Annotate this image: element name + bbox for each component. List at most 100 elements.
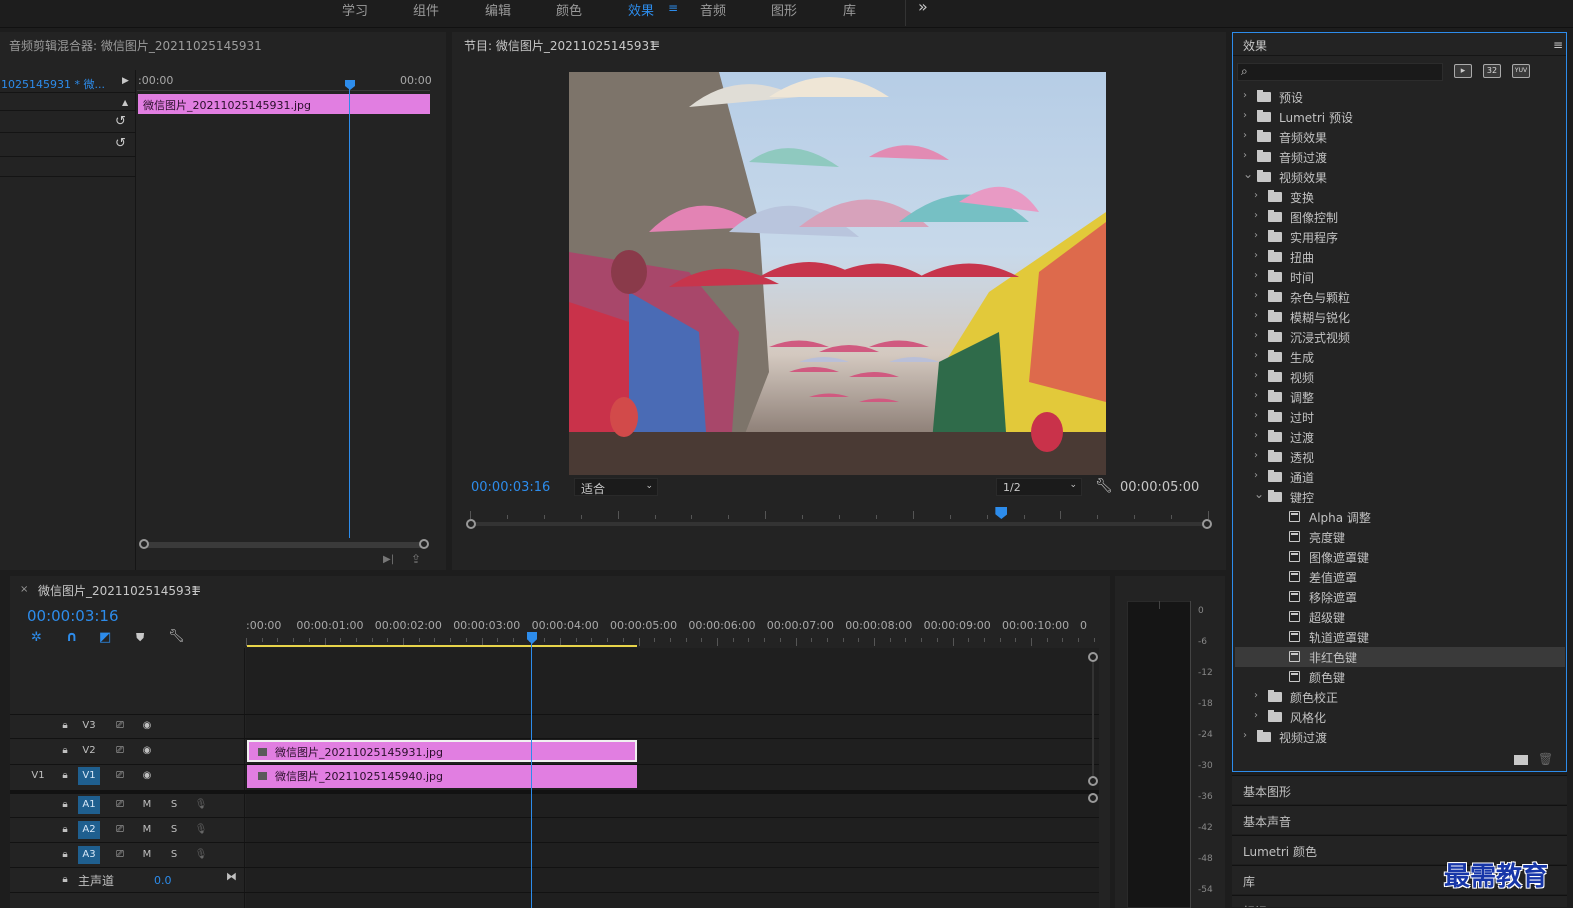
track-v2-toggle[interactable]: V2	[78, 742, 100, 760]
effects-tree-item[interactable]: › 过渡	[1235, 427, 1565, 447]
timeline-ruler[interactable]: :00:00 00:00:01:00 00:00:02:00 00:00:03:00 0…	[246, 616, 1110, 648]
vertical-scroll-handle[interactable]	[1088, 793, 1098, 803]
panel-menu-icon[interactable]: ≡	[191, 582, 201, 596]
timeline-timecode[interactable]: 00:00:03:16	[27, 607, 119, 625]
chevron-right-icon[interactable]: ›	[1254, 450, 1258, 461]
chevron-right-icon[interactable]: ›	[1243, 150, 1247, 161]
panel-menu-icon[interactable]: ≡	[1553, 38, 1563, 52]
chevron-right-icon[interactable]: ›	[1254, 310, 1258, 321]
vertical-scroll-handle[interactable]	[1088, 652, 1098, 662]
effects-tree-item[interactable]: 颜色键	[1235, 667, 1565, 687]
lock-icon[interactable]: 🔒︎	[54, 767, 76, 785]
32bit-effects-icon[interactable]: 32	[1483, 64, 1501, 78]
lock-icon[interactable]: 🔒︎	[54, 742, 76, 760]
workspace-active-menu-icon[interactable]: ≡	[668, 1, 678, 15]
microphone-icon[interactable]: 🎙︎	[190, 796, 212, 814]
timeline-clip-v1[interactable]: 微信图片_20211025145940.jpg	[247, 765, 637, 788]
effects-tree-item[interactable]: › 过时	[1235, 407, 1565, 427]
chevron-right-icon[interactable]: ›	[1254, 350, 1258, 361]
source-patch-v1[interactable]: V1	[27, 767, 49, 785]
mute-button[interactable]: M	[136, 796, 158, 814]
snap-magnet-icon[interactable]: ∩	[66, 629, 77, 645]
workspace-tab[interactable]: 音频	[700, 0, 726, 19]
effects-tree-item[interactable]: › 视频	[1235, 367, 1565, 387]
effects-tree[interactable]: › 预设 › Lumetri 预设 › 音频效果 › 音频过渡 ⌄ 视频效果 › 变换 › 图像控制 › 实用…	[1235, 87, 1566, 747]
chevron-right-icon[interactable]: ›	[1243, 730, 1247, 741]
chevron-right-icon[interactable]: ›	[1254, 230, 1258, 241]
track-v1-toggle[interactable]: V1	[78, 767, 100, 785]
step-forward-icon[interactable]: ▶|	[383, 554, 394, 565]
effects-tree-item[interactable]: 亮度键	[1235, 527, 1565, 547]
chevron-down-icon[interactable]: ⌄	[1243, 167, 1253, 181]
collapsed-panel-tab[interactable]: 基本声音	[1232, 805, 1567, 834]
chevron-right-icon[interactable]: ›	[1254, 390, 1258, 401]
go-to-end-icon[interactable]: ⧓	[226, 870, 237, 883]
chevron-right-icon[interactable]: ›	[1243, 130, 1247, 141]
workspace-tab[interactable]: 编辑	[485, 0, 511, 19]
effects-tree-item[interactable]: 非红色键	[1235, 647, 1565, 667]
track-a1-toggle[interactable]: A1	[78, 796, 100, 814]
sync-lock-icon[interactable]: ⎚	[109, 767, 131, 785]
effects-tree-item[interactable]: › 透视	[1235, 447, 1565, 467]
workspace-tab[interactable]: 颜色	[556, 0, 582, 19]
effects-tree-item[interactable]: › 变换	[1235, 187, 1565, 207]
effects-tree-item[interactable]: › 实用程序	[1235, 227, 1565, 247]
timeline-clip-v2[interactable]: 微信图片_20211025145931.jpg	[247, 740, 637, 762]
effects-tree-item[interactable]: 轨道遮罩键	[1235, 627, 1565, 647]
chevron-down-icon[interactable]: ⌄	[1254, 487, 1264, 501]
chevron-right-icon[interactable]: ›	[1254, 690, 1258, 701]
mixer-playhead[interactable]	[345, 80, 355, 90]
timeline-settings-wrench-icon[interactable]: 🔧︎	[168, 629, 185, 644]
eye-icon[interactable]: ◉	[136, 742, 158, 760]
close-icon[interactable]: ×	[20, 584, 28, 595]
effects-tree-item[interactable]: › 扭曲	[1235, 247, 1565, 267]
play-triangle-icon[interactable]: ▶	[122, 76, 129, 86]
chevron-right-icon[interactable]: ›	[1254, 470, 1258, 481]
effects-tree-item[interactable]: › 调整	[1235, 387, 1565, 407]
vertical-scroll-handle[interactable]	[1088, 776, 1098, 786]
master-volume-value[interactable]: 0.0	[154, 874, 172, 887]
effects-tree-item[interactable]: › 生成	[1235, 347, 1565, 367]
effects-tree-item[interactable]: › 杂色与颗粒	[1235, 287, 1565, 307]
effects-tree-item[interactable]: › 音频效果	[1235, 127, 1565, 147]
effects-tree-item[interactable]: › 颜色校正	[1235, 687, 1565, 707]
effects-tree-item[interactable]: › 模糊与锐化	[1235, 307, 1565, 327]
chevron-right-icon[interactable]: ›	[1254, 430, 1258, 441]
solo-button[interactable]: S	[163, 846, 185, 864]
chevron-right-icon[interactable]: ›	[1254, 190, 1258, 201]
lock-icon[interactable]: 🔒︎	[54, 796, 76, 814]
wrench-icon[interactable]: 🔧︎	[1095, 478, 1113, 494]
chevron-right-icon[interactable]: ›	[1254, 210, 1258, 221]
microphone-icon[interactable]: 🎙︎	[190, 846, 212, 864]
sync-lock-icon[interactable]: ⎚	[109, 846, 131, 864]
chevron-right-icon[interactable]: ›	[1254, 710, 1258, 721]
sync-lock-icon[interactable]: ⎚	[109, 796, 131, 814]
lock-icon[interactable]: 🔒︎	[54, 717, 76, 735]
reset-icon[interactable]: ↺	[115, 114, 126, 129]
effects-tree-item[interactable]: › Lumetri 预设	[1235, 107, 1565, 127]
solo-button[interactable]: S	[163, 821, 185, 839]
nest-toggle-icon[interactable]: ✲	[31, 630, 42, 645]
chevron-right-icon[interactable]: ›	[1254, 250, 1258, 261]
workspace-tab[interactable]: 图形	[771, 0, 797, 19]
effects-tree-item[interactable]: › 图像控制	[1235, 207, 1565, 227]
chevron-right-icon[interactable]: ›	[1254, 270, 1258, 281]
lock-icon[interactable]: 🔒︎	[54, 821, 76, 839]
mute-button[interactable]: M	[136, 821, 158, 839]
effects-tree-item[interactable]: 差值遮罩	[1235, 567, 1565, 587]
program-scrub-bar[interactable]	[466, 507, 1212, 529]
workspace-tab[interactable]: 库	[843, 0, 856, 19]
linked-selection-icon[interactable]: ◩	[99, 630, 111, 645]
sync-lock-icon[interactable]: ⎚	[109, 742, 131, 760]
eye-icon[interactable]: ◉	[136, 717, 158, 735]
new-bin-folder-icon[interactable]	[1514, 755, 1528, 765]
effects-tree-item[interactable]: 超级键	[1235, 607, 1565, 627]
yuv-effects-icon[interactable]: YUV	[1512, 64, 1530, 78]
effects-tree-item[interactable]: ⌄ 视频效果	[1235, 167, 1565, 187]
reset-icon[interactable]: ↺	[115, 136, 126, 151]
sync-lock-icon[interactable]: ⎚	[109, 717, 131, 735]
track-a3-toggle[interactable]: A3	[78, 846, 100, 864]
track-v3-toggle[interactable]: V3	[78, 717, 100, 735]
track-a2-toggle[interactable]: A2	[78, 821, 100, 839]
mixer-scrollbar[interactable]	[139, 539, 429, 549]
